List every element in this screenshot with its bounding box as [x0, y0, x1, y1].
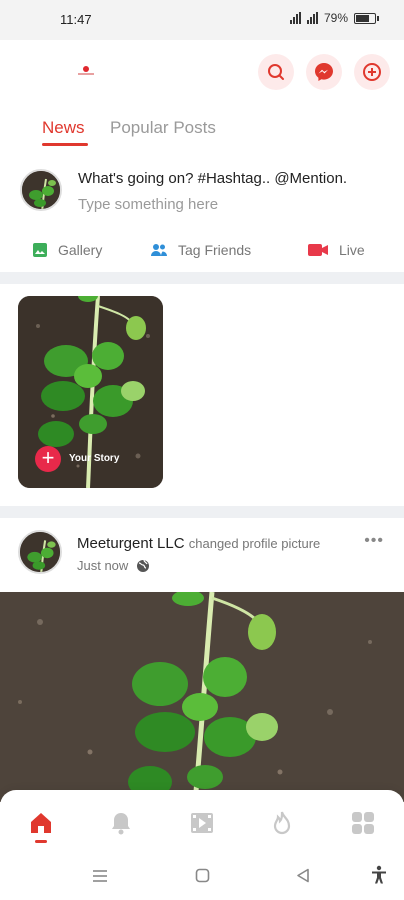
add-circle-icon: [363, 63, 381, 81]
composer-input[interactable]: Type something here: [78, 196, 218, 213]
nav-trending[interactable]: [266, 807, 298, 839]
more-horizontal-icon[interactable]: •••: [364, 532, 384, 550]
live-button[interactable]: Live: [307, 242, 365, 258]
accessibility-icon[interactable]: [371, 865, 387, 885]
status-time: 11:47: [60, 12, 92, 27]
bell-icon: [112, 813, 130, 835]
post-author-avatar[interactable]: [18, 530, 62, 574]
home-square-icon[interactable]: [195, 868, 210, 883]
your-story-label: Your Story: [69, 453, 120, 464]
post-time: Just now: [77, 558, 129, 573]
live-label: Live: [339, 242, 365, 258]
post-author-name[interactable]: Meeturgent LLC: [77, 535, 185, 552]
signal-icon: [289, 12, 301, 24]
post-meta: Just now: [77, 558, 150, 573]
add-button[interactable]: [354, 54, 390, 90]
user-avatar[interactable]: [20, 169, 62, 211]
video-camera-icon: [308, 244, 328, 256]
video-play-icon: [191, 813, 213, 833]
signal-icon: [306, 12, 318, 24]
your-story-card[interactable]: + Your Story: [18, 296, 163, 488]
messenger-icon: [315, 63, 333, 81]
battery-percent: 79%: [323, 11, 348, 25]
search-icon: [268, 64, 284, 80]
tag-friends-label: Tag Friends: [178, 242, 252, 258]
system-navigation: [0, 850, 404, 900]
globe-icon: [137, 559, 150, 572]
tab-popular-posts[interactable]: Popular Posts: [110, 118, 216, 138]
search-button[interactable]: [258, 54, 294, 90]
status-icons: 79%: [289, 11, 379, 25]
bottom-navigation: [0, 790, 404, 850]
app-header: [0, 40, 404, 105]
nav-notifications[interactable]: [105, 807, 137, 839]
composer-actions: Gallery Tag Friends Live: [0, 242, 404, 266]
nav-videos[interactable]: [186, 807, 218, 839]
nav-menu[interactable]: [347, 807, 379, 839]
add-story-icon[interactable]: +: [35, 446, 61, 472]
stories-section: + Your Story: [0, 284, 404, 506]
people-icon: [151, 244, 167, 256]
status-bar: 11:47 79%: [0, 0, 404, 40]
home-icon: [31, 813, 51, 833]
post-action-text: changed profile picture: [188, 536, 321, 551]
grid-icon: [352, 812, 374, 834]
menu-icon[interactable]: [92, 869, 108, 883]
fire-icon: [273, 811, 291, 835]
post-image[interactable]: [0, 592, 404, 802]
tab-news[interactable]: News: [42, 118, 85, 138]
post-composer: What's going on? #Hashtag.. @Mention. Ty…: [0, 150, 404, 272]
battery-icon: [354, 12, 379, 24]
app-logo[interactable]: [78, 66, 94, 76]
post-header-text: Meeturgent LLC changed profile picture: [77, 535, 320, 552]
gallery-button[interactable]: Gallery: [32, 242, 102, 258]
gallery-label: Gallery: [58, 242, 103, 258]
back-icon[interactable]: [296, 868, 310, 883]
gallery-icon: [33, 243, 47, 257]
nav-home[interactable]: [25, 807, 57, 839]
composer-prompt[interactable]: What's going on? #Hashtag.. @Mention.: [78, 170, 347, 187]
messenger-button[interactable]: [306, 54, 342, 90]
tag-friends-button[interactable]: Tag Friends: [150, 242, 251, 258]
nav-active-indicator: [35, 840, 47, 843]
feed-tabs: News Popular Posts: [0, 105, 404, 150]
active-tab-indicator: [42, 143, 88, 146]
